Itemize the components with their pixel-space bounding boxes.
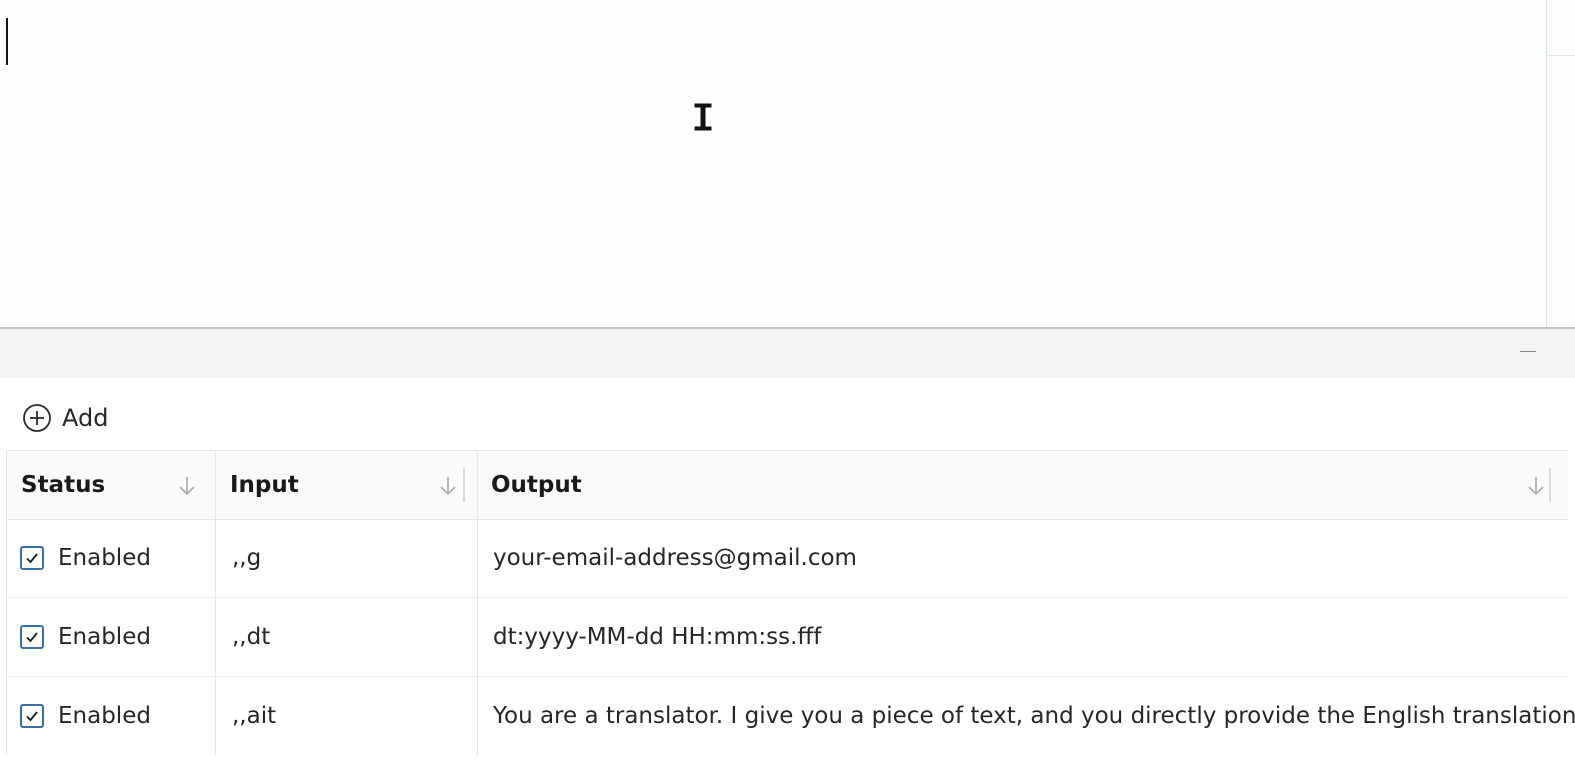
checkmark-icon <box>26 553 38 564</box>
arrow-down-icon[interactable] <box>177 475 197 497</box>
table-header: Status Input Output <box>7 451 1568 520</box>
add-button[interactable]: Add <box>22 399 108 437</box>
ibeam-cursor-icon <box>693 102 713 132</box>
enabled-checkbox[interactable] <box>20 704 44 728</box>
text-editor[interactable] <box>0 0 1575 327</box>
plus-circle-icon <box>23 404 51 432</box>
table-row[interactable]: Enabled ,,dt dt:yyyy-MM-dd HH:mm:ss.fff <box>7 598 1568 677</box>
input-text: ,,ait <box>232 703 277 729</box>
minimize-icon[interactable] <box>1520 351 1536 352</box>
status-text: Enabled <box>58 624 151 650</box>
input-cell[interactable]: ,,g <box>216 519 477 597</box>
editor-scrollbar-marker <box>1547 55 1575 56</box>
snippets-table: Status Input Output Enabled ,,g your-ema… <box>6 450 1575 756</box>
table-row[interactable]: Enabled ,,ait You are a translator. I gi… <box>7 677 1575 756</box>
output-cell[interactable]: your-email-address@gmail.com <box>477 519 1567 597</box>
input-cell[interactable]: ,,ait <box>216 677 477 755</box>
column-header-label: Status <box>21 472 106 498</box>
output-cell[interactable]: You are a translator. I give you a piece… <box>477 677 1575 755</box>
column-header-label: Output <box>491 472 582 498</box>
output-cell[interactable]: dt:yyyy-MM-dd HH:mm:ss.fff <box>477 598 1567 676</box>
input-text: ,,g <box>232 545 262 571</box>
status-cell: Enabled <box>7 677 215 755</box>
status-cell: Enabled <box>7 598 215 676</box>
status-text: Enabled <box>58 545 151 571</box>
column-resize-handle[interactable] <box>463 468 465 502</box>
add-button-label: Add <box>62 404 109 432</box>
status-cell: Enabled <box>7 519 215 597</box>
column-header-output[interactable]: Output <box>477 451 1567 519</box>
column-resize-handle[interactable] <box>1549 468 1551 502</box>
enabled-checkbox[interactable] <box>20 546 44 570</box>
arrow-down-icon[interactable] <box>1526 475 1546 497</box>
arrow-down-icon[interactable] <box>438 475 458 497</box>
table-row[interactable]: Enabled ,,g your-email-address@gmail.com <box>7 519 1568 598</box>
input-cell[interactable]: ,,dt <box>216 598 477 676</box>
column-header-label: Input <box>230 472 299 498</box>
status-text: Enabled <box>58 703 151 729</box>
text-caret <box>6 18 8 65</box>
panel-header <box>0 329 1575 378</box>
enabled-checkbox[interactable] <box>20 625 44 649</box>
input-text: ,,dt <box>232 624 271 650</box>
checkmark-icon <box>26 711 38 722</box>
editor-scrollbar[interactable] <box>1546 0 1547 327</box>
output-text: your-email-address@gmail.com <box>493 545 857 571</box>
output-text: dt:yyyy-MM-dd HH:mm:ss.fff <box>493 624 822 650</box>
output-text: You are a translator. I give you a piece… <box>493 703 1575 729</box>
checkmark-icon <box>26 632 38 643</box>
